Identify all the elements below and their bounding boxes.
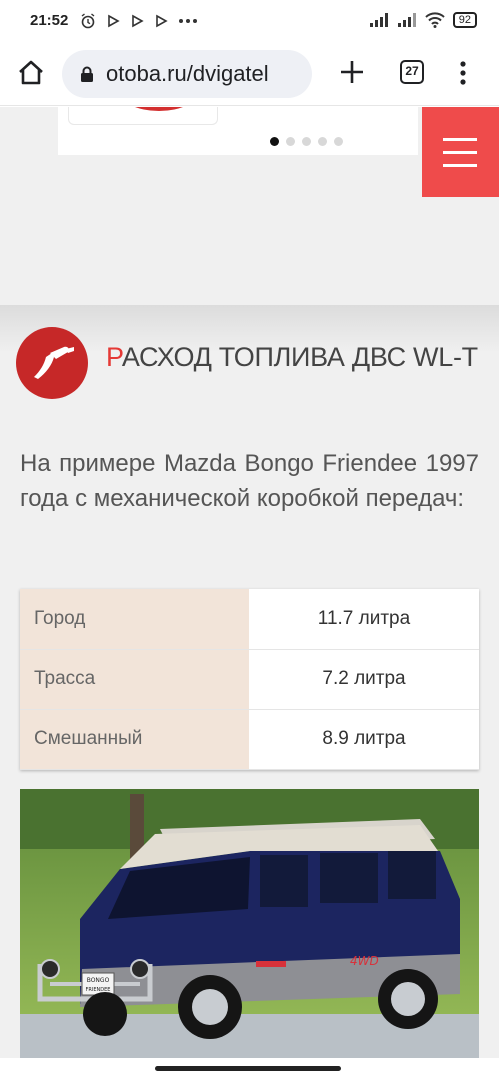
play-icon (156, 14, 168, 28)
intro-text: На примере Mazda Bongo Friendee 1997 год… (20, 450, 479, 512)
status-time: 21:52 (30, 12, 69, 29)
fuel-consumption-table: Город 11.7 литра Трасса 7.2 литра Смешан… (20, 589, 479, 770)
row-value: 8.9 литра (249, 709, 479, 770)
signal-icon (397, 13, 416, 27)
hamburger-line (443, 138, 477, 141)
badge-4wd: 4WD (350, 954, 379, 968)
tab-switcher-button[interactable]: 27 (400, 60, 424, 84)
slider-dot[interactable] (302, 137, 311, 146)
plate-line1: BONGO (87, 977, 110, 984)
page-content: РАСХОД ТОПЛИВА ДВС WL-T На примере Mazda… (0, 107, 499, 1080)
car-photo: 4WD BONGO FRIENDEE (20, 789, 479, 1059)
slider-slide (68, 107, 218, 125)
title-first-letter: Р (106, 342, 122, 372)
row-label: Смешанный (20, 709, 249, 770)
row-value: 11.7 литра (249, 589, 479, 650)
row-value: 7.2 литра (249, 649, 479, 710)
browser-toolbar: otoba.ru/dvigatel 27 (0, 44, 499, 106)
row-label: Трасса (20, 649, 249, 710)
kebab-menu-icon[interactable] (454, 58, 472, 88)
slider-dot[interactable] (318, 137, 327, 146)
battery-indicator: 92 (452, 12, 477, 28)
more-icon (179, 19, 197, 23)
url-text: otoba.ru/dvigatel (106, 61, 269, 86)
new-tab-icon[interactable] (338, 58, 366, 86)
system-icons: 92 (369, 12, 477, 28)
slider-dot[interactable] (286, 137, 295, 146)
play-icon (132, 14, 144, 28)
slider-dot[interactable] (334, 137, 343, 146)
slider-dot[interactable] (270, 137, 279, 146)
lock-icon (81, 66, 93, 82)
status-bar: 21:52 92 (0, 0, 499, 44)
title-rest: АСХОД ТОПЛИВА ДВС WL-T (121, 342, 478, 372)
alarm-icon (81, 13, 95, 29)
fuel-pump-icon (16, 327, 88, 399)
gesture-bar (0, 1058, 499, 1080)
section-title: РАСХОД ТОПЛИВА ДВС WL-T (106, 339, 486, 375)
row-label: Город (20, 589, 249, 650)
hamburger-line (443, 151, 477, 154)
signal-icon (369, 13, 388, 27)
notification-icons (80, 13, 198, 29)
home-icon[interactable] (16, 58, 46, 88)
slider-pagination (270, 137, 343, 146)
table-row: Смешанный 8.9 литра (20, 709, 479, 770)
table-row: Город 11.7 литра (20, 589, 479, 650)
table-row: Трасса 7.2 литра (20, 649, 479, 710)
hamburger-menu-button[interactable] (422, 107, 499, 197)
wifi-icon (425, 12, 445, 28)
play-icon (108, 14, 120, 28)
address-bar[interactable]: otoba.ru/dvigatel (62, 50, 312, 98)
home-gesture-handle[interactable] (155, 1066, 341, 1071)
slide-image (119, 107, 199, 111)
hamburger-line (443, 164, 477, 167)
image-slider[interactable] (58, 107, 418, 155)
